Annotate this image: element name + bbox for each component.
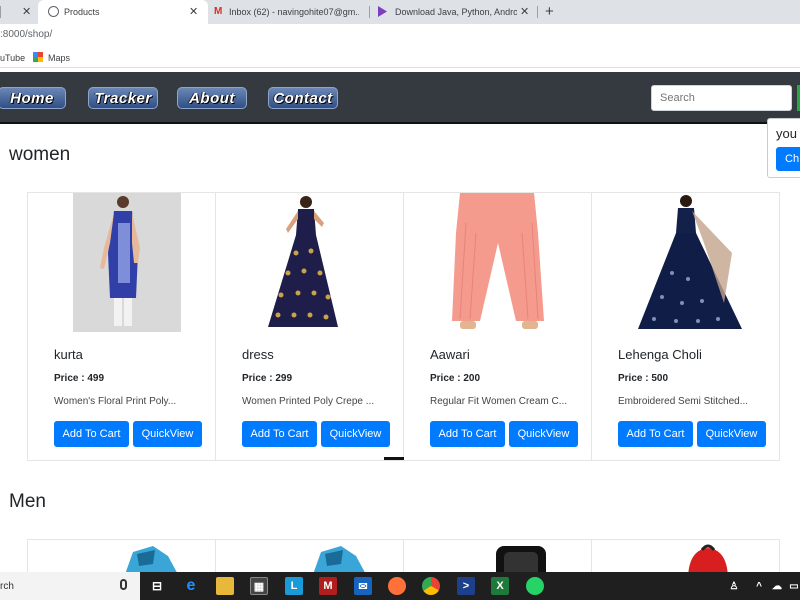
people-icon[interactable]: ♙ (725, 577, 743, 595)
mcafee-icon[interactable]: M (319, 577, 337, 595)
product-price: Price : 200 (430, 373, 481, 384)
chrome-icon[interactable] (422, 577, 440, 595)
tab-divider (369, 6, 370, 18)
task-view-icon[interactable]: ⊟ (148, 577, 166, 595)
product-card: dress Price : 299 Women Printed Poly Cre… (216, 193, 404, 460)
nav-tracker[interactable]: Tracker (88, 87, 158, 109)
excel-icon[interactable]: X (491, 577, 509, 595)
product-card: kurta Price : 499 Women's Floral Print P… (28, 193, 216, 460)
tab-close-icon[interactable]: ✕ (520, 5, 529, 18)
lehenga-image[interactable] (592, 193, 780, 333)
site-icon (378, 6, 387, 17)
maps-icon (33, 52, 43, 62)
gmail-icon: M (214, 6, 223, 17)
globe-icon (48, 6, 59, 17)
popover-text: you (776, 126, 797, 141)
nav-contact[interactable]: Contact (268, 87, 338, 109)
new-tab-button[interactable]: + (545, 3, 554, 20)
section-title-women: women (9, 144, 71, 165)
chevron-up-icon[interactable]: ^ (750, 577, 768, 595)
product-price: Price : 500 (618, 373, 669, 384)
powershell-icon[interactable]: > (457, 577, 475, 595)
bookmark-youtube[interactable]: uTube (0, 53, 25, 63)
file-explorer-icon[interactable] (216, 577, 234, 595)
kurta-image[interactable] (28, 193, 216, 333)
address-url[interactable]: :8000/shop/ (0, 29, 52, 40)
add-to-cart-button[interactable]: Add To Cart (242, 421, 317, 447)
cart-popover: you Ch (767, 118, 800, 178)
nav-home[interactable]: Home (0, 87, 66, 109)
app-l-icon[interactable]: L (285, 577, 303, 595)
quickview-button[interactable]: QuickView (697, 421, 766, 447)
section-title-men: Men (9, 491, 46, 512)
tab-title: Download Java, Python, Android... (395, 7, 517, 17)
product-desc: Women's Floral Print Poly... (54, 396, 177, 407)
close-icon[interactable] (0, 6, 1, 18)
taskbar-search[interactable]: rch (0, 572, 140, 600)
store-icon[interactable]: ▦ (250, 577, 268, 595)
product-name[interactable]: Lehenga Choli (618, 347, 702, 362)
quickview-button[interactable]: QuickView (133, 421, 202, 447)
tab-title: Inbox (62) - navingohite07@gm... (229, 7, 359, 17)
product-name[interactable]: dress (242, 347, 274, 362)
edge-icon[interactable]: e (182, 577, 200, 595)
women-carousel: kurta Price : 499 Women's Floral Print P… (27, 192, 780, 461)
cloud-icon[interactable]: ☁ (768, 577, 786, 595)
product-price: Price : 499 (54, 373, 105, 384)
product-card: Lehenga Choli Price : 500 Embroidered Se… (592, 193, 780, 460)
firefox-icon[interactable] (388, 577, 406, 595)
product-name[interactable]: Aawari (430, 347, 470, 362)
add-to-cart-button[interactable]: Add To Cart (430, 421, 505, 447)
mail-icon[interactable]: ✉ (354, 577, 372, 595)
browser-tab-bar: ✕ Products ✕ M Inbox (62) - navingohite0… (0, 0, 800, 24)
carousel-indicator[interactable] (384, 457, 404, 460)
aawari-image[interactable] (404, 193, 592, 333)
product-card: Aawari Price : 200 Regular Fit Women Cre… (404, 193, 592, 460)
address-bar[interactable]: :8000/shop/ (0, 24, 800, 46)
bookmarks-bar: uTube Maps (0, 46, 800, 68)
bookmark-maps[interactable]: Maps (48, 53, 70, 63)
whatsapp-icon[interactable] (526, 577, 544, 595)
tab-close-icon[interactable]: ✕ (189, 5, 198, 18)
product-desc: Regular Fit Women Cream C... (430, 396, 568, 407)
nav-about[interactable]: About (177, 87, 247, 109)
tab-divider (537, 6, 538, 18)
network-icon[interactable]: ▭ (785, 577, 800, 595)
quickview-button[interactable]: QuickView (509, 421, 578, 447)
tab-download[interactable]: Download Java, Python, Android... ✕ (372, 0, 537, 24)
quickview-button[interactable]: QuickView (321, 421, 390, 447)
tab-gmail[interactable]: M Inbox (62) - navingohite07@gm... (208, 0, 368, 24)
taskbar-search-text: rch (0, 581, 14, 592)
add-to-cart-button[interactable]: Add To Cart (618, 421, 693, 447)
dress-image[interactable] (216, 193, 404, 333)
site-navbar: Home Tracker About Contact (0, 72, 800, 124)
os-taskbar: rch ⊟ e ▦ L M ✉ > X ♙ ^ ☁ ▭ (0, 572, 800, 600)
product-price: Price : 299 (242, 373, 293, 384)
product-desc: Embroidered Semi Stitched... (618, 396, 749, 407)
search-input[interactable] (651, 85, 792, 111)
add-to-cart-button[interactable]: Add To Cart (54, 421, 129, 447)
tab-title: Products (64, 7, 100, 17)
checkout-button[interactable]: Ch (776, 147, 800, 171)
microphone-icon[interactable] (120, 579, 127, 590)
product-desc: Women Printed Poly Crepe ... (242, 396, 375, 407)
tab-close-icon[interactable]: ✕ (22, 5, 31, 18)
tab-products[interactable]: Products ✕ (38, 0, 208, 24)
product-name[interactable]: kurta (54, 347, 83, 362)
